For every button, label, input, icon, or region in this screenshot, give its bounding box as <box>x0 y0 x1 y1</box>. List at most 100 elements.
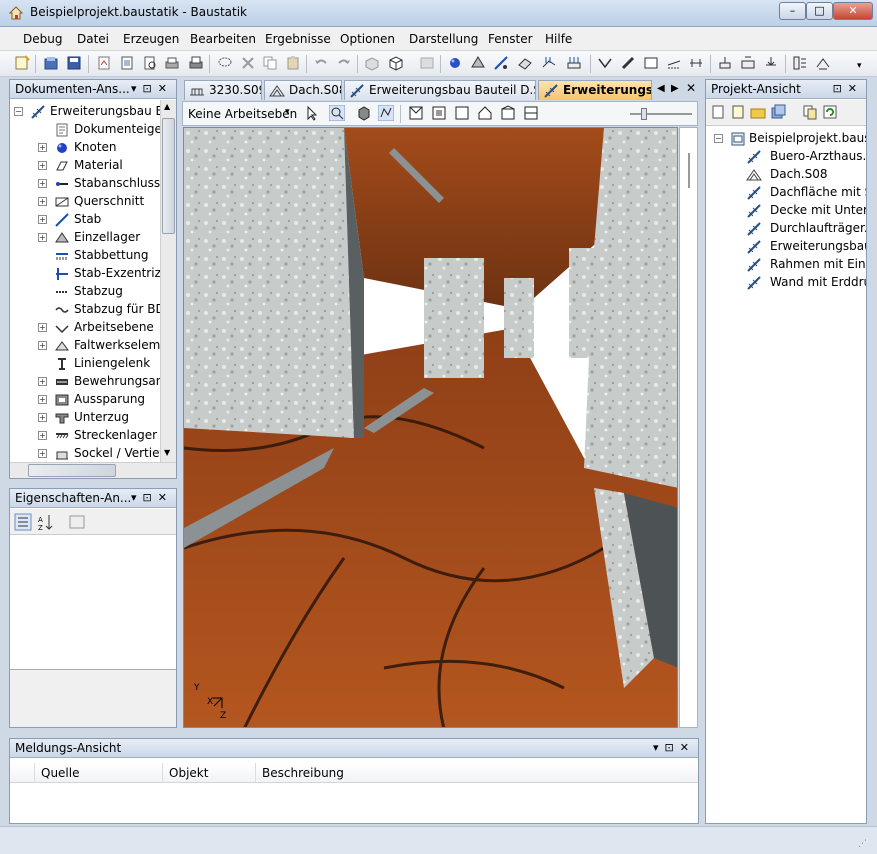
maximize-button[interactable]: □ <box>806 2 833 20</box>
scroll-up-icon[interactable]: ▲ <box>164 102 170 111</box>
support-icon[interactable] <box>470 55 486 71</box>
tree-item[interactable]: Stab-Exzentrizitä <box>30 265 160 283</box>
minimize-button[interactable]: – <box>779 2 806 20</box>
view-cube-icon[interactable] <box>388 55 404 71</box>
add-doc-icon[interactable] <box>730 104 746 120</box>
col-beschreibung[interactable]: Beschreibung <box>262 766 344 780</box>
view-back-icon[interactable] <box>500 105 516 121</box>
paste-icon[interactable] <box>285 55 301 71</box>
expand-icon[interactable]: + <box>38 143 47 152</box>
panel-buttons[interactable]: ▾⊡✕ <box>131 82 173 95</box>
box-view-icon[interactable] <box>364 55 380 71</box>
expand-icon[interactable]: + <box>38 179 47 188</box>
tree-item[interactable]: + Querschnitt <box>30 193 160 211</box>
measure-tool-icon[interactable] <box>666 55 682 71</box>
menu-darstellung[interactable]: Darstellung <box>409 32 478 46</box>
print-icon[interactable] <box>164 55 180 71</box>
viewport-zoom-bar[interactable] <box>679 127 698 728</box>
open-icon[interactable] <box>43 55 59 71</box>
tab-scroll-left-icon[interactable]: ◀ <box>657 83 665 94</box>
menu-optionen[interactable]: Optionen <box>340 32 395 46</box>
new-project-icon[interactable] <box>14 55 30 71</box>
tree-item[interactable]: + Bewehrungsano <box>30 373 160 391</box>
3d-viewport[interactable]: Y X Z <box>183 127 678 728</box>
project-item[interactable]: Durchlaufträger.S0 <box>746 220 866 238</box>
upload-tool-icon[interactable] <box>717 55 733 71</box>
project-item[interactable]: Erweiterungsbau B <box>746 238 866 256</box>
expand-icon[interactable]: + <box>38 395 47 404</box>
stack-icon[interactable] <box>770 104 786 120</box>
expand-icon[interactable]: + <box>38 341 47 350</box>
tree-item[interactable]: + Arbeitsebene <box>30 319 160 337</box>
tree-item[interactable]: Liniengelenk <box>30 355 160 373</box>
tab-scroll-right-icon[interactable]: ▶ <box>671 83 679 94</box>
tab-erweiterungsbau-active[interactable]: Erweiterungsba <box>538 80 652 100</box>
tree-item[interactable]: + Streckenlager <box>30 427 160 445</box>
project-item[interactable]: Dachfläche mit Stü <box>746 184 866 202</box>
menu-hilfe[interactable]: Hilfe <box>545 32 572 46</box>
scroll-thumb[interactable] <box>162 118 175 234</box>
close-button[interactable]: ✕ <box>833 2 873 20</box>
bar-tool-icon[interactable] <box>493 55 509 71</box>
project-root[interactable]: − Beispielprojekt.baustatik <box>714 130 866 148</box>
project-item[interactable]: Rahmen mit Einzel <box>746 256 866 274</box>
view-bottom-icon[interactable] <box>523 105 539 121</box>
save-icon[interactable] <box>66 55 82 71</box>
property-pages-icon[interactable] <box>68 513 86 531</box>
sort-alpha-icon[interactable]: AZ <box>37 513 55 531</box>
col-quelle[interactable]: Quelle <box>41 766 79 780</box>
print-setup-icon[interactable] <box>188 55 204 71</box>
panel-buttons[interactable]: ▾⊡✕ <box>131 491 173 504</box>
area-load-icon[interactable] <box>566 55 582 71</box>
view-top-icon[interactable] <box>477 105 493 121</box>
transfer-tool-icon[interactable] <box>740 55 756 71</box>
line-hinge-tool-icon[interactable] <box>597 55 613 71</box>
toolbar-overflow-icon[interactable]: ▾ <box>857 61 862 71</box>
view-side-icon[interactable] <box>454 105 470 121</box>
dropdown-arrow-icon[interactable]: ▾ <box>285 107 290 117</box>
h-scroll-thumb[interactable] <box>28 464 116 477</box>
zoom-page-icon[interactable] <box>142 55 158 71</box>
view-iso-icon[interactable] <box>408 105 424 121</box>
download-tool-icon[interactable] <box>763 55 779 71</box>
new-doc-icon[interactable] <box>710 104 726 120</box>
project-item[interactable]: Dach.S08 <box>746 166 866 184</box>
panel-buttons[interactable]: ▾⊡✕ <box>653 741 695 754</box>
expand-icon[interactable]: + <box>38 431 47 440</box>
tree-item[interactable]: Dokumenteigen <box>30 121 160 139</box>
resize-grip-icon[interactable]: ⋰ <box>858 839 867 849</box>
collapse-icon[interactable]: − <box>714 134 723 143</box>
tab-erweiterungsbau-d[interactable]: Erweiterungsbau Bauteil D.S03 <box>344 80 536 100</box>
select-pointer-icon[interactable] <box>304 105 320 121</box>
view-front-icon[interactable] <box>431 105 447 121</box>
expand-icon[interactable]: + <box>38 215 47 224</box>
plate-load-icon[interactable] <box>541 55 557 71</box>
plate-tool-icon[interactable] <box>517 55 533 71</box>
tree-item[interactable]: + Knoten <box>30 139 160 157</box>
print-preview-icon[interactable] <box>119 55 135 71</box>
tree-item[interactable]: + Einzellager <box>30 229 160 247</box>
copy-icon[interactable] <box>262 55 278 71</box>
delete-icon[interactable] <box>240 55 256 71</box>
sphere-icon[interactable] <box>447 55 463 71</box>
menu-ergebnisse[interactable]: Ergebnisse <box>265 32 331 46</box>
expand-icon[interactable]: + <box>38 377 47 386</box>
refresh-icon[interactable] <box>822 104 838 120</box>
tree-item[interactable]: Stabzug für BDK <box>30 301 160 319</box>
undo-icon[interactable] <box>313 55 329 71</box>
tree-item[interactable]: + Stabanschluss <box>30 175 160 193</box>
col-objekt[interactable]: Objekt <box>169 766 208 780</box>
tree-item[interactable]: + Sockel / Vertiefu <box>30 445 160 462</box>
project-item[interactable]: Decke mit Unterzu <box>746 202 866 220</box>
solid-view-icon[interactable] <box>356 105 372 121</box>
workplane-select[interactable]: Keine Arbeitseben <box>188 107 297 121</box>
menu-fenster[interactable]: Fenster <box>488 32 533 46</box>
edit-tool-icon[interactable] <box>620 55 636 71</box>
tree-item[interactable]: + Unterzug <box>30 409 160 427</box>
expand-icon[interactable]: + <box>38 413 47 422</box>
menu-datei[interactable]: Datei <box>77 32 109 46</box>
menu-debug[interactable]: Debug <box>23 32 62 46</box>
expand-icon[interactable]: + <box>38 197 47 206</box>
scroll-down-icon[interactable]: ▼ <box>164 448 170 457</box>
zoom-select-icon[interactable] <box>329 105 345 121</box>
